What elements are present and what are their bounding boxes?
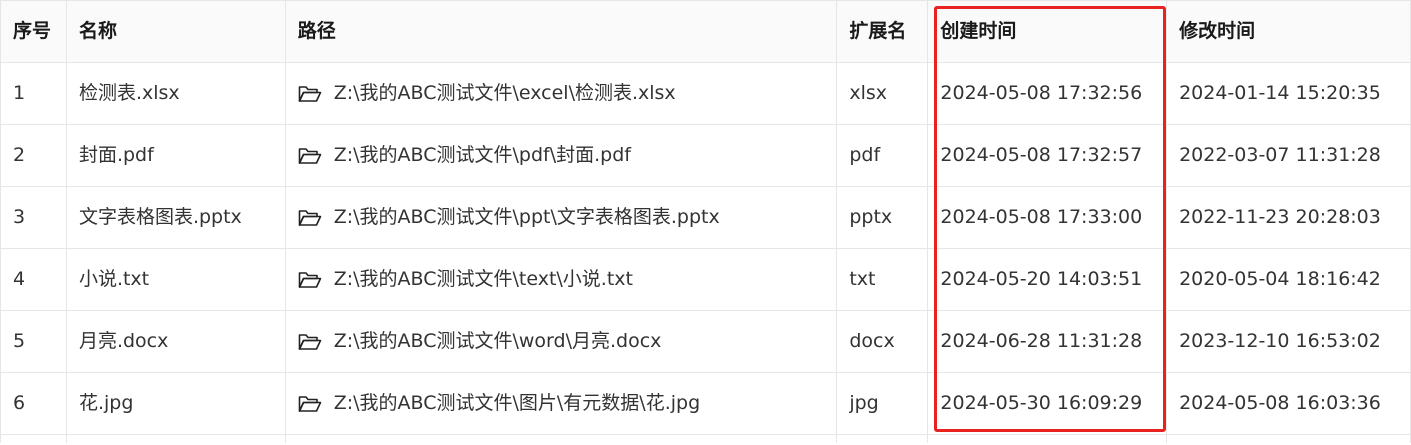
cell-path: Z:\我的ABC测试文件\text\小说.txt <box>284 248 838 311</box>
cell-modified: 2024-01-14 15:20:35 <box>1166 62 1411 125</box>
table-row[interactable]: 1 检测表.xlsx Z:\我的ABC测试文件\excel\检测表.xlsx x… <box>0 62 1411 125</box>
cell-modified: 2023-12-10 16:53:02 <box>1166 310 1411 373</box>
cell-modified: 2022-11-23 20:28:03 <box>1166 186 1411 249</box>
table-body: 1 检测表.xlsx Z:\我的ABC测试文件\excel\检测表.xlsx x… <box>0 62 1411 443</box>
folder-open-icon[interactable] <box>298 147 322 165</box>
cell-name: 封面.pdf <box>65 124 286 187</box>
cell-ext: txt <box>836 248 929 311</box>
table-row[interactable]: 2 封面.pdf Z:\我的ABC测试文件\pdf\封面.pdf pdf 202… <box>0 124 1411 187</box>
cell-index: 4 <box>0 248 67 311</box>
path-text: Z:\我的ABC测试文件\pdf\封面.pdf <box>333 144 631 166</box>
header-index[interactable]: 序号 <box>0 0 67 63</box>
header-path[interactable]: 路径 <box>284 0 838 63</box>
cell-ext: xlsx <box>836 62 929 125</box>
table-row-partial <box>0 434 1411 443</box>
cell-modified: 2022-03-07 11:31:28 <box>1166 124 1411 187</box>
cell-created: 2024-06-28 11:31:28 <box>927 310 1168 373</box>
cell-ext: docx <box>836 310 929 373</box>
cell-name: 月亮.docx <box>65 310 286 373</box>
folder-open-icon[interactable] <box>298 209 322 227</box>
header-modified[interactable]: 修改时间 <box>1166 0 1411 63</box>
cell-name: 文字表格图表.pptx <box>65 186 286 249</box>
table-row[interactable]: 6 花.jpg Z:\我的ABC测试文件\图片\有元数据\花.jpg jpg 2… <box>0 372 1411 435</box>
cell-created: 2024-05-20 14:03:51 <box>927 248 1168 311</box>
header-ext[interactable]: 扩展名 <box>836 0 929 63</box>
cell-created: 2024-05-08 17:32:56 <box>927 62 1168 125</box>
file-table-view: 序号 名称 路径 扩展名 创建时间 修改时间 1 检测表.xlsx Z:\我的A… <box>0 0 1411 445</box>
path-text: Z:\我的ABC测试文件\word\月亮.docx <box>333 330 662 352</box>
header-created[interactable]: 创建时间 <box>927 0 1168 63</box>
folder-open-icon[interactable] <box>298 333 322 351</box>
table-row[interactable]: 3 文字表格图表.pptx Z:\我的ABC测试文件\ppt\文字表格图表.pp… <box>0 186 1411 249</box>
cell-index: 2 <box>0 124 67 187</box>
cell-created: 2024-05-08 17:33:00 <box>927 186 1168 249</box>
cell-modified: 2024-05-08 16:03:36 <box>1166 372 1411 435</box>
table-row[interactable]: 4 小说.txt Z:\我的ABC测试文件\text\小说.txt txt 20… <box>0 248 1411 311</box>
path-text: Z:\我的ABC测试文件\excel\检测表.xlsx <box>333 82 676 104</box>
cell-ext: pdf <box>836 124 929 187</box>
table-row[interactable]: 5 月亮.docx Z:\我的ABC测试文件\word\月亮.docx docx… <box>0 310 1411 373</box>
cell-index: 3 <box>0 186 67 249</box>
file-table: 序号 名称 路径 扩展名 创建时间 修改时间 1 检测表.xlsx Z:\我的A… <box>0 0 1411 443</box>
cell-modified: 2020-05-04 18:16:42 <box>1166 248 1411 311</box>
cell-name: 小说.txt <box>65 248 286 311</box>
cell-index: 6 <box>0 372 67 435</box>
cell-path: Z:\我的ABC测试文件\图片\有元数据\花.jpg <box>284 372 838 435</box>
cell-ext: jpg <box>836 372 929 435</box>
cell-ext: pptx <box>836 186 929 249</box>
cell-path: Z:\我的ABC测试文件\ppt\文字表格图表.pptx <box>284 186 838 249</box>
table-header-row: 序号 名称 路径 扩展名 创建时间 修改时间 <box>0 0 1411 63</box>
cell-index: 5 <box>0 310 67 373</box>
path-text: Z:\我的ABC测试文件\图片\有元数据\花.jpg <box>333 392 701 414</box>
cell-name: 检测表.xlsx <box>65 62 286 125</box>
cell-index: 1 <box>0 62 67 125</box>
path-text: Z:\我的ABC测试文件\ppt\文字表格图表.pptx <box>333 206 720 228</box>
folder-open-icon[interactable] <box>298 271 322 289</box>
folder-open-icon[interactable] <box>298 85 322 103</box>
cell-path: Z:\我的ABC测试文件\excel\检测表.xlsx <box>284 62 838 125</box>
folder-open-icon[interactable] <box>298 395 322 413</box>
header-name[interactable]: 名称 <box>65 0 286 63</box>
cell-name: 花.jpg <box>65 372 286 435</box>
cell-created: 2024-05-30 16:09:29 <box>927 372 1168 435</box>
cell-path: Z:\我的ABC测试文件\pdf\封面.pdf <box>284 124 838 187</box>
path-text: Z:\我的ABC测试文件\text\小说.txt <box>333 268 633 290</box>
cell-path: Z:\我的ABC测试文件\word\月亮.docx <box>284 310 838 373</box>
cell-created: 2024-05-08 17:32:57 <box>927 124 1168 187</box>
